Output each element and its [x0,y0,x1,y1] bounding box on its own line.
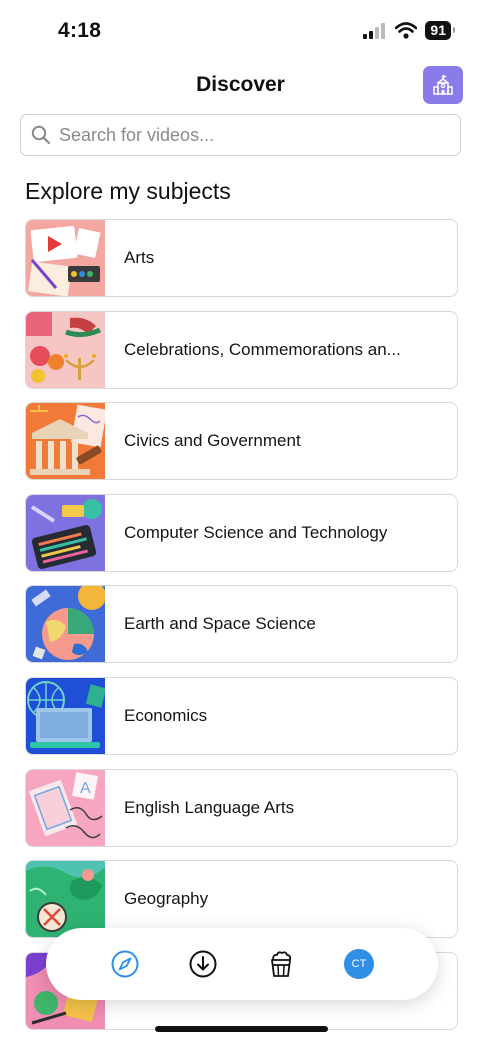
home-indicator [155,1026,328,1032]
economics-thumbnail [26,677,105,754]
earth-space-thumbnail [26,586,105,663]
subject-label: Geography [124,889,209,909]
tab-profile[interactable]: CT [342,947,376,981]
subject-card-english[interactable]: A English Language Arts [25,768,458,847]
tab-bar: CT [46,928,438,1000]
tab-popcorn[interactable] [264,947,298,981]
page-title: Discover [196,73,285,96]
battery-indicator: 91 [425,21,455,40]
computer-science-thumbnail [26,494,105,571]
tab-discover[interactable] [108,947,142,981]
status-bar: 4:18 91 [0,0,481,62]
celebrations-thumbnail [26,311,105,388]
subject-card-computer-science[interactable]: Computer Science and Technology [25,493,458,572]
school-icon [433,75,453,95]
cellular-signal-icon [363,22,386,39]
subject-label: Earth and Space Science [124,614,316,634]
subject-card-celebrations[interactable]: Celebrations, Commemorations an... [25,310,458,389]
status-time: 4:18 [58,19,102,42]
compass-icon [111,950,139,978]
subject-list: Arts Celebrations, Commemorations an... [25,219,458,1043]
popcorn-icon [271,951,292,977]
subject-label: Celebrations, Commemorations an... [124,339,401,359]
avatar: CT [344,949,374,979]
tab-downloads[interactable] [186,947,220,981]
search-input[interactable] [57,123,441,147]
section-heading: Explore my subjects [25,178,231,204]
download-icon [189,950,217,978]
geography-thumbnail [26,861,105,938]
civics-thumbnail [26,403,105,480]
subject-card-arts[interactable]: Arts [25,219,458,297]
subject-card-civics[interactable]: Civics and Government [25,402,458,481]
subject-label: English Language Arts [124,797,295,817]
status-icons: 91 [363,21,455,40]
subject-label: Economics [124,705,208,725]
subject-card-earth-space[interactable]: Earth and Space Science [25,585,458,664]
arts-thumbnail [26,220,105,296]
subject-card-geography[interactable]: Geography [25,860,458,939]
subject-label: Arts [124,248,155,267]
english-thumbnail: A [26,769,105,846]
svg-text:A: A [80,780,91,797]
search-icon [31,125,51,145]
wifi-icon [395,22,418,39]
subject-label: Civics and Government [124,431,301,451]
school-button[interactable] [423,66,463,104]
subject-label: Computer Science and Technology [124,522,388,542]
search-bar[interactable] [20,114,461,156]
subject-card-economics[interactable]: Economics [25,676,458,755]
